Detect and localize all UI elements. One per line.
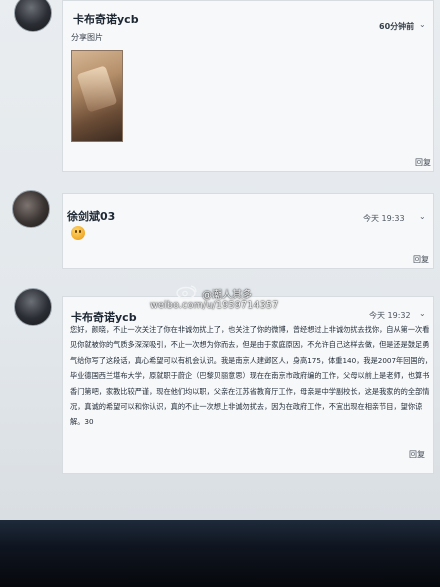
- share-label: 分享图片: [71, 33, 103, 42]
- weibo-logo-icon: [176, 285, 197, 299]
- chevron-down-icon[interactable]: ⌄: [419, 212, 426, 221]
- reply-link[interactable]: 回复: [409, 449, 425, 460]
- avatar[interactable]: [14, 0, 52, 32]
- post-time: 今天 19:32: [369, 311, 411, 320]
- post-time: 今天 19:33: [363, 214, 405, 223]
- shared-image-thumbnail[interactable]: [71, 50, 123, 142]
- chevron-down-icon[interactable]: ⌄: [419, 20, 426, 29]
- post-card: 徐剑斌03 今天 19:33 ⌄ 回复: [62, 193, 434, 269]
- post-body-text: 您好，颜晓，不止一次关注了你在非诚勿扰上了，也关注了你的微博，曾经想过上非诚勿扰…: [70, 325, 432, 427]
- reply-link[interactable]: 回复: [415, 157, 431, 168]
- avatar[interactable]: [12, 190, 50, 228]
- avatar[interactable]: [14, 288, 52, 326]
- smile-emoji-icon: [71, 226, 85, 240]
- watermark-url: weibo.com/u/1959714357: [150, 300, 279, 311]
- post-time: 60分钟前: [379, 22, 415, 31]
- post-card: 卡布奇诺ycb 60分钟前 ⌄ 分享图片 回复: [62, 0, 434, 172]
- author-name[interactable]: 徐剑斌03: [67, 208, 115, 224]
- monitor-bezel: [0, 520, 440, 587]
- author-name[interactable]: 卡布奇诺ycb: [73, 11, 139, 27]
- chevron-down-icon[interactable]: ⌄: [419, 309, 426, 318]
- watermark-handle: @潮人其多: [202, 290, 252, 301]
- reply-link[interactable]: 回复: [413, 254, 429, 265]
- watermark: @潮人其多 weibo.com/u/1959714357: [150, 284, 300, 320]
- screen: 卡布奇诺ycb 60分钟前 ⌄ 分享图片 回复 徐剑斌03 今天 19:33 ⌄…: [0, 0, 440, 520]
